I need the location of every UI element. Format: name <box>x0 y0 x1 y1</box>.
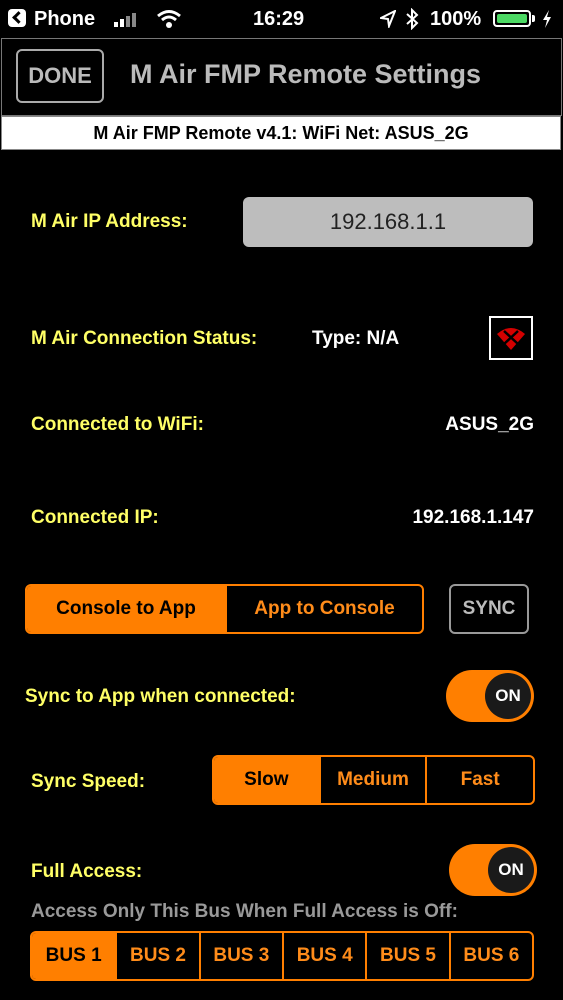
sync-on-connect-toggle[interactable]: ON <box>446 670 534 722</box>
wifi-value: ASUS_2G <box>445 414 534 435</box>
status-bar: Phone 16:29 100% <box>0 0 563 38</box>
bluetooth-icon <box>406 8 419 30</box>
bus-4-option[interactable]: BUS 4 <box>282 933 365 979</box>
toggle-knob: ON <box>485 673 531 719</box>
nav-header: DONE M Air FMP Remote Settings <box>1 38 562 116</box>
ip-address-label: M Air IP Address: <box>31 211 188 232</box>
app-to-console-option[interactable]: App to Console <box>224 586 422 632</box>
version-banner: M Air FMP Remote v4.1: WiFi Net: ASUS_2G <box>1 116 561 150</box>
bus-3-option[interactable]: BUS 3 <box>198 933 282 979</box>
bus-5-option[interactable]: BUS 5 <box>365 933 448 979</box>
full-access-label: Full Access: <box>31 861 143 882</box>
sync-speed-label: Sync Speed: <box>31 771 146 792</box>
bus-2-option[interactable]: BUS 2 <box>115 933 198 979</box>
clock: 16:29 <box>253 8 305 30</box>
connection-type: Type: N/A <box>312 328 400 349</box>
speed-medium-option[interactable]: Medium <box>318 757 426 803</box>
bus-1-option[interactable]: BUS 1 <box>32 933 116 979</box>
bus-selector: BUS 1 BUS 2 BUS 3 BUS 4 BUS 5 BUS 6 <box>30 931 534 981</box>
bus-6-option[interactable]: BUS 6 <box>448 933 532 979</box>
ip-address-input[interactable] <box>243 197 533 247</box>
speed-fast-option[interactable]: Fast <box>425 757 533 803</box>
carrier-label: Phone <box>34 8 96 30</box>
battery-percent: 100% <box>430 8 482 30</box>
signal-icon <box>114 11 144 27</box>
connected-ip-value: 192.168.1.147 <box>412 507 534 528</box>
full-access-toggle[interactable]: ON <box>449 844 537 896</box>
done-button[interactable]: DONE <box>16 49 104 103</box>
console-to-app-option[interactable]: Console to App <box>27 586 225 632</box>
connection-status-label: M Air Connection Status: <box>31 328 258 349</box>
sync-direction-control: Console to App App to Console <box>25 584 424 634</box>
connected-ip-label: Connected IP: <box>31 507 159 528</box>
charging-icon <box>543 10 551 28</box>
wifi-label: Connected to WiFi: <box>31 414 204 435</box>
location-icon <box>380 10 396 28</box>
toggle-knob: ON <box>488 847 534 893</box>
speed-slow-option[interactable]: Slow <box>214 757 319 803</box>
page-title: M Air FMP Remote Settings <box>130 59 482 89</box>
wifi-disconnected-icon <box>489 316 533 360</box>
back-arrow-icon[interactable] <box>8 9 26 27</box>
bus-caption: Access Only This Bus When Full Access is… <box>31 901 458 922</box>
battery-icon <box>493 10 531 27</box>
sync-button[interactable]: SYNC <box>449 584 529 634</box>
sync-speed-control: Slow Medium Fast <box>212 755 535 805</box>
wifi-icon <box>157 10 181 28</box>
sync-on-connect-label: Sync to App when connected: <box>25 686 296 707</box>
